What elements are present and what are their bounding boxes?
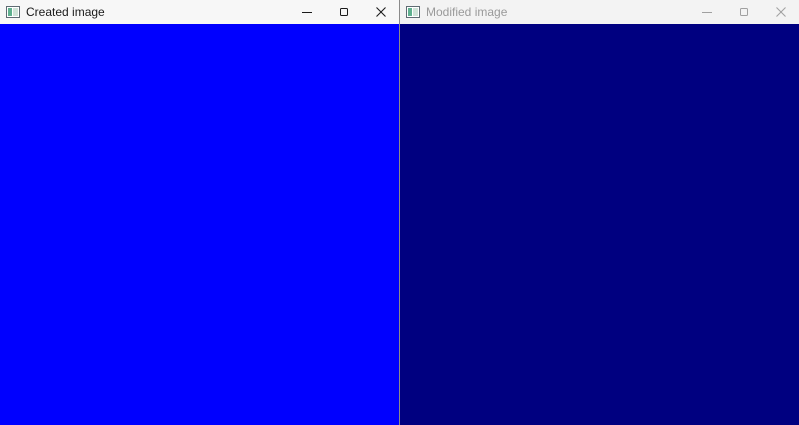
desktop: Created image Modified image bbox=[0, 0, 799, 425]
close-button[interactable] bbox=[762, 0, 799, 24]
window-controls bbox=[688, 0, 799, 24]
window-title: Modified image bbox=[426, 5, 508, 19]
maximize-button[interactable] bbox=[325, 0, 362, 24]
created-image-window: Created image bbox=[0, 0, 400, 425]
minimize-button[interactable] bbox=[288, 0, 325, 24]
modified-image-window: Modified image bbox=[400, 0, 799, 425]
titlebar[interactable]: Modified image bbox=[400, 0, 799, 24]
image-canvas bbox=[0, 24, 399, 425]
close-button[interactable] bbox=[362, 0, 399, 24]
app-icon bbox=[405, 4, 421, 20]
image-canvas bbox=[400, 24, 799, 425]
maximize-icon bbox=[739, 8, 748, 16]
minimize-icon bbox=[301, 12, 312, 13]
close-icon bbox=[775, 7, 786, 17]
window-title: Created image bbox=[26, 5, 105, 19]
minimize-icon bbox=[701, 12, 712, 13]
minimize-button[interactable] bbox=[688, 0, 725, 24]
app-icon bbox=[5, 4, 21, 20]
window-controls bbox=[288, 0, 399, 24]
close-icon bbox=[375, 7, 386, 17]
maximize-icon bbox=[339, 8, 348, 16]
titlebar[interactable]: Created image bbox=[0, 0, 399, 24]
maximize-button[interactable] bbox=[725, 0, 762, 24]
